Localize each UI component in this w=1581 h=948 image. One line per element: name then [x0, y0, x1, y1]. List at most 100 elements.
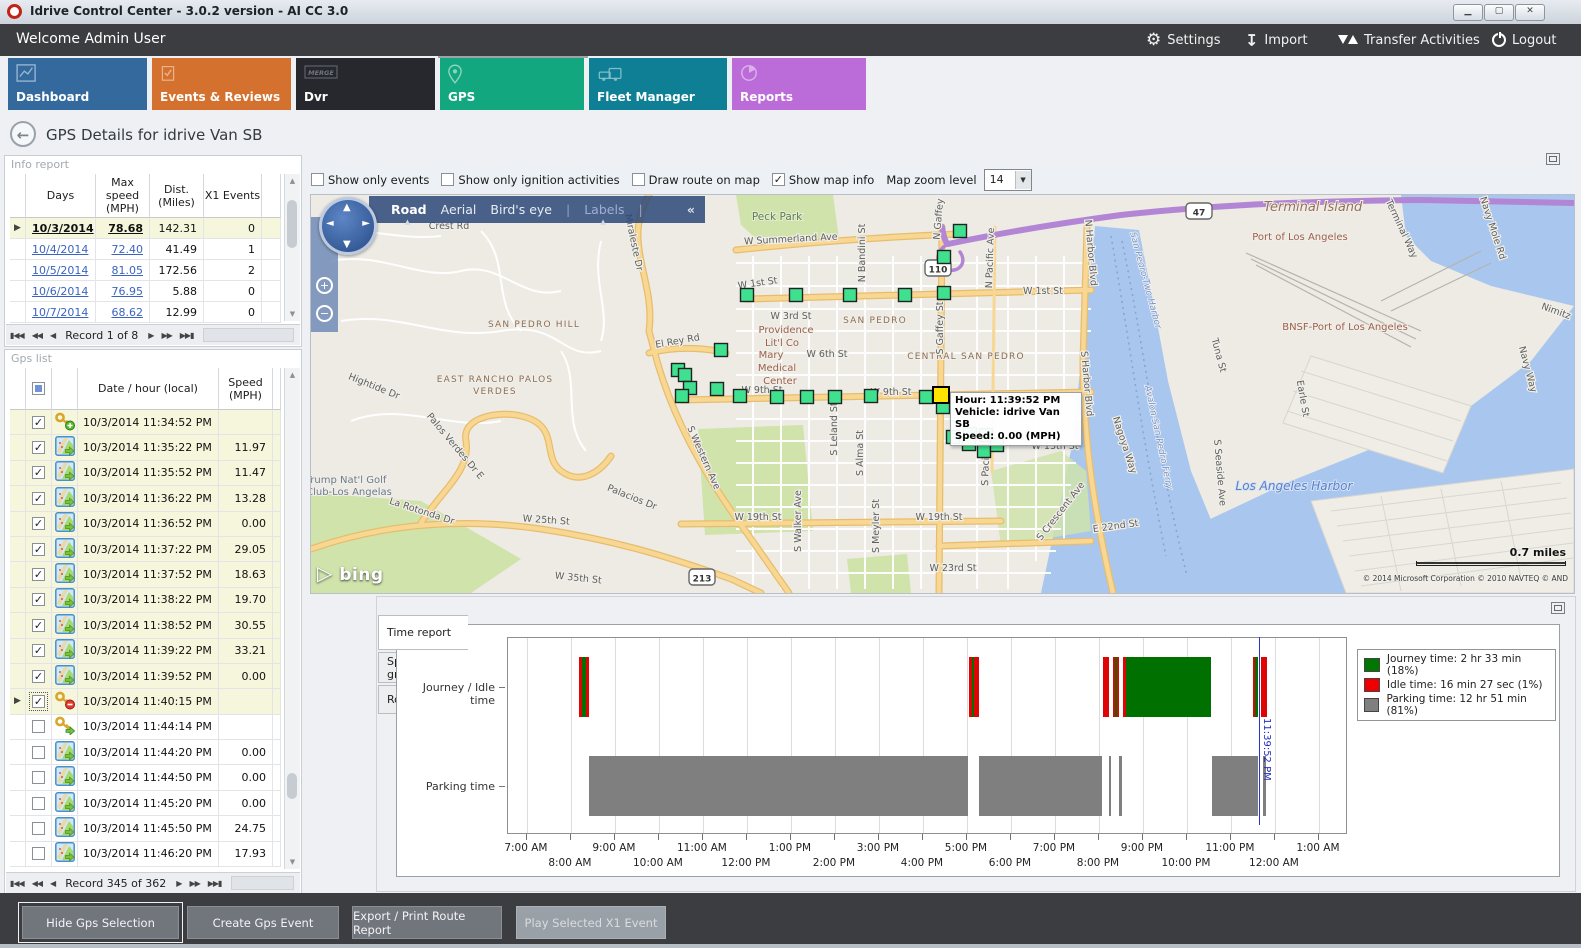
zoom-out-icon[interactable]: −: [316, 305, 333, 322]
chart-panel-collapse-button[interactable]: [1551, 602, 1565, 614]
gps-list-scrollbar[interactable]: ▲ ▼: [284, 368, 300, 869]
map-style-birdseye[interactable]: Bird's eye: [490, 202, 552, 217]
map-toolbar-collapse[interactable]: «: [687, 202, 705, 217]
map-panel-collapse-button[interactable]: [1546, 153, 1560, 165]
maximize-button[interactable]: ▢: [1484, 4, 1514, 21]
selected-gps-marker[interactable]: [933, 387, 949, 403]
max-speed-link[interactable]: 68.62: [112, 306, 144, 319]
gps-row[interactable]: 10/3/2014 11:44:50 PM0.00: [10, 765, 281, 790]
table-row[interactable]: 10/6/201476.955.880: [10, 281, 281, 302]
gps-row[interactable]: ✓10/3/2014 11:39:22 PM33.21: [10, 639, 281, 664]
pan-down-icon[interactable]: ▼: [343, 239, 351, 250]
row-checkbox[interactable]: ✓: [32, 568, 45, 581]
row-checkbox[interactable]: ✓: [32, 466, 45, 479]
first-page-icon[interactable]: ▮◀◀: [6, 879, 28, 888]
gps-row[interactable]: 10/3/2014 11:45:50 PM24.75: [10, 816, 281, 841]
gps-row[interactable]: ✓10/3/2014 11:39:52 PM0.00: [10, 664, 281, 689]
gps-row[interactable]: ✓10/3/2014 11:35:22 PM11.97: [10, 435, 281, 460]
row-checkbox[interactable]: [32, 847, 45, 860]
day-link[interactable]: 10/3/2014: [32, 222, 94, 235]
scrollbar-thumb[interactable]: [287, 200, 297, 248]
compass-control[interactable]: ▲ ▼ ◄ ►: [319, 197, 377, 255]
gps-marker[interactable]: [741, 289, 754, 302]
checkbox[interactable]: ✓: [772, 173, 785, 186]
column-header-dist.[interactable]: Dist. (Miles): [150, 174, 204, 218]
table-row[interactable]: 10/7/201468.6212.990: [10, 302, 281, 323]
day-link[interactable]: 10/6/2014: [32, 285, 88, 298]
map-style-road[interactable]: Road▲: [391, 202, 427, 217]
scroll-down-icon[interactable]: ▼: [285, 310, 300, 318]
gps-row[interactable]: ▶✓10/3/2014 11:40:15 PM: [10, 689, 281, 714]
create-gps-event-button[interactable]: Create Gps Event: [187, 906, 339, 939]
pan-left-icon[interactable]: ◄: [326, 218, 334, 229]
gps-marker[interactable]: [734, 390, 747, 403]
map-zoom-select[interactable]: 14 ▼: [984, 169, 1032, 191]
map-labels-toggle[interactable]: Labels▲: [584, 202, 624, 217]
checkbox[interactable]: [311, 173, 324, 186]
gps-row[interactable]: 10/3/2014 11:44:14 PM: [10, 715, 281, 740]
tab-dashboard[interactable]: Dashboard: [8, 58, 147, 110]
close-button[interactable]: ✕: [1515, 4, 1545, 21]
next-fast-icon[interactable]: ▶▶: [157, 331, 175, 340]
map-canvas[interactable]: Crest RdMiraleste DrPeck ParkW Summerlan…: [311, 195, 1574, 593]
prev-fast-icon[interactable]: ◀◀: [28, 331, 46, 340]
row-checkbox[interactable]: ✓: [32, 619, 45, 632]
tab-dvr[interactable]: MERGEDvr: [296, 58, 435, 110]
tab-events-reviews[interactable]: Events & Reviews: [152, 58, 291, 110]
day-link[interactable]: 10/7/2014: [32, 306, 88, 319]
gps-marker[interactable]: [865, 390, 878, 403]
first-page-icon[interactable]: ▮◀◀: [6, 331, 28, 340]
row-checkbox[interactable]: [32, 771, 45, 784]
next-page-icon[interactable]: ▶: [144, 331, 157, 340]
gps-marker[interactable]: [978, 445, 991, 458]
gps-marker[interactable]: [938, 287, 951, 300]
row-checkbox[interactable]: [32, 720, 45, 733]
tab-reports[interactable]: Reports: [732, 58, 866, 110]
gps-row[interactable]: 10/3/2014 11:45:20 PM0.00: [10, 791, 281, 816]
zoom-in-icon[interactable]: +: [316, 277, 333, 294]
gps-row[interactable]: 10/3/2014 11:44:20 PM0.00: [10, 740, 281, 765]
pager-hscrollbar[interactable]: [231, 876, 294, 890]
checkbox[interactable]: [441, 173, 454, 186]
map-option-show-map-info[interactable]: ✓Show map info: [772, 173, 874, 187]
row-checkbox[interactable]: ✓: [32, 441, 45, 454]
next-fast-icon[interactable]: ▶▶: [185, 879, 203, 888]
gps-marker[interactable]: [899, 289, 912, 302]
gps-marker[interactable]: [844, 289, 857, 302]
scroll-down-icon[interactable]: ▼: [285, 858, 300, 866]
info-report-scrollbar[interactable]: ▲ ▼: [284, 174, 300, 321]
day-link[interactable]: 10/5/2014: [32, 264, 88, 277]
max-speed-link[interactable]: 78.68: [108, 222, 143, 235]
gps-row[interactable]: ✓10/3/2014 11:35:52 PM11.47: [10, 461, 281, 486]
gps-marker[interactable]: [679, 369, 692, 382]
checkbox[interactable]: [632, 173, 645, 186]
max-speed-link[interactable]: 76.95: [112, 285, 144, 298]
pager-hscrollbar[interactable]: [203, 328, 294, 342]
table-row[interactable]: 10/5/201481.05172.562: [10, 260, 281, 281]
row-checkbox[interactable]: ✓: [32, 593, 45, 606]
max-speed-link[interactable]: 81.05: [112, 264, 144, 277]
row-checkbox[interactable]: [32, 822, 45, 835]
row-checkbox[interactable]: ✓: [32, 670, 45, 683]
prev-page-icon[interactable]: ◀: [46, 879, 59, 888]
chart-tab-time-report[interactable]: Time report: [378, 615, 468, 650]
next-page-icon[interactable]: ▶: [172, 879, 185, 888]
column-header-days[interactable]: Days: [26, 174, 96, 218]
map[interactable]: Crest RdMiraleste DrPeck ParkW Summerlan…: [310, 194, 1575, 594]
gps-row[interactable]: ✓10/3/2014 11:37:52 PM18.63: [10, 562, 281, 587]
row-checkbox[interactable]: ✓: [32, 695, 45, 708]
gps-marker[interactable]: [938, 251, 951, 264]
pan-right-icon[interactable]: ►: [362, 218, 370, 229]
gps-row[interactable]: ✓10/3/2014 11:38:52 PM30.55: [10, 613, 281, 638]
gps-row[interactable]: 10/3/2014 11:46:20 PM17.93: [10, 842, 281, 867]
scroll-up-icon[interactable]: ▲: [285, 177, 300, 185]
logout-button[interactable]: Logout: [1492, 24, 1557, 56]
table-row[interactable]: ▶10/3/201478.68142.310: [10, 218, 281, 239]
row-checkbox[interactable]: ✓: [32, 492, 45, 505]
gps-marker[interactable]: [829, 391, 842, 404]
select-all-checkbox[interactable]: [32, 382, 45, 395]
scrollbar-thumb[interactable]: [287, 773, 297, 799]
map-style-aerial[interactable]: Aerial: [441, 202, 477, 217]
gps-row[interactable]: ✓10/3/2014 11:38:22 PM19.70: [10, 588, 281, 613]
export-print-route-report-button[interactable]: Export / Print Route Report: [352, 906, 502, 939]
